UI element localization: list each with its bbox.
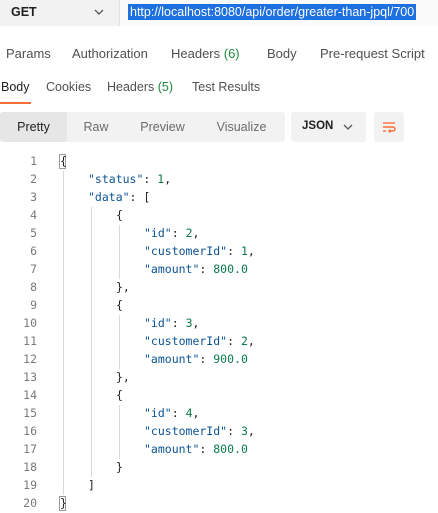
code-line: 3 "data": [	[0, 189, 438, 207]
line-number: 15	[23, 406, 37, 420]
response-tab-headers[interactable]: Headers (5)	[107, 80, 173, 94]
code-line: 1{	[0, 153, 438, 171]
code-line: 20}	[0, 495, 438, 513]
code-line: 10 "id": 3,	[0, 315, 438, 333]
request-tabs: Params Authorization Headers (6) Body Pr…	[0, 46, 438, 66]
chevron-down-icon	[343, 124, 353, 130]
code-line: 2 "status": 1,	[0, 171, 438, 189]
code-text: "amount": 800.0	[144, 442, 248, 456]
code-text: },	[116, 280, 130, 294]
chevron-down-icon	[94, 9, 104, 15]
tab-params[interactable]: Params	[6, 46, 51, 61]
line-number: 1	[30, 154, 37, 168]
code-line: 12 "amount": 900.0	[0, 351, 438, 369]
code-line: 4{	[0, 207, 438, 225]
line-number: 2	[30, 172, 37, 186]
code-text: "customerId": 3,	[144, 424, 255, 438]
line-number: 19	[23, 478, 37, 492]
code-text: {	[116, 298, 123, 312]
code-line: 15 "id": 4,	[0, 405, 438, 423]
wrap-lines-button[interactable]	[374, 112, 404, 142]
code-line: 6 "customerId": 1,	[0, 243, 438, 261]
headers-count: (6)	[223, 46, 240, 61]
code-text: "id": 4,	[144, 406, 200, 420]
code-line: 8},	[0, 279, 438, 297]
response-tabs: Body Cookies Headers (5) Test Results	[0, 80, 438, 104]
raw-button[interactable]: Raw	[67, 112, 125, 142]
code-line: 18}	[0, 459, 438, 477]
visualize-button[interactable]: Visualize	[200, 112, 283, 142]
line-number: 20	[23, 496, 37, 510]
code-line: 11 "customerId": 2,	[0, 333, 438, 351]
url-input[interactable]: http://localhost:8080/api/order/greater-…	[120, 0, 438, 26]
code-text: },	[116, 370, 130, 384]
line-number: 9	[30, 298, 37, 312]
code-line: 16 "customerId": 3,	[0, 423, 438, 441]
code-text: }	[116, 460, 123, 474]
language-select[interactable]: JSON	[291, 112, 366, 142]
code-text: "amount": 900.0	[144, 352, 248, 366]
tab-headers[interactable]: Headers (6)	[171, 46, 240, 61]
code-text: "customerId": 1,	[144, 244, 255, 258]
code-text: "customerId": 2,	[144, 334, 255, 348]
code-line: 13},	[0, 369, 438, 387]
line-number: 5	[30, 226, 37, 240]
code-text: }	[60, 496, 67, 510]
line-number: 7	[30, 262, 37, 276]
method-select[interactable]: GET	[0, 0, 120, 26]
code-text: {	[116, 208, 123, 222]
language-label: JSON	[302, 120, 334, 132]
code-text: "id": 2,	[144, 226, 200, 240]
text-wrap-icon	[383, 122, 396, 133]
line-number: 6	[30, 244, 37, 258]
tab-authorization[interactable]: Authorization	[72, 46, 148, 61]
url-text: http://localhost:8080/api/order/greater-…	[128, 4, 417, 20]
preview-button[interactable]: Preview	[125, 112, 200, 142]
line-number: 3	[30, 190, 37, 204]
code-line: 17 "amount": 800.0	[0, 441, 438, 459]
line-number: 12	[23, 352, 37, 366]
code-text: {	[60, 154, 67, 168]
tab-body[interactable]: Body	[267, 46, 297, 61]
code-text: "id": 3,	[144, 316, 200, 330]
active-tab-indicator	[0, 102, 31, 104]
line-number: 13	[23, 370, 37, 384]
line-number: 8	[30, 280, 37, 294]
tab-pre-request-script[interactable]: Pre-request Script	[320, 46, 425, 61]
line-number: 10	[23, 316, 37, 330]
code-line: 14 {	[0, 387, 438, 405]
code-text: {	[116, 388, 123, 402]
code-text: "status": 1,	[88, 172, 172, 186]
response-tab-cookies[interactable]: Cookies	[46, 80, 91, 94]
format-toolbar: Pretty Raw Preview Visualize	[0, 112, 285, 142]
code-line: 19]	[0, 477, 438, 495]
code-line: 7 "amount": 800.0	[0, 261, 438, 279]
response-headers-count: (5)	[157, 80, 174, 94]
request-bar: GET http://localhost:8080/api/order/grea…	[0, 0, 438, 26]
code-line: 5 "id": 2,	[0, 225, 438, 243]
pretty-button[interactable]: Pretty	[0, 112, 67, 142]
line-number: 17	[23, 442, 37, 456]
line-number: 18	[23, 460, 37, 474]
response-body-editor[interactable]: 1{2 "status": 1, 3 "data": [4{5 "id": 2, 6 "cu…	[0, 153, 438, 513]
code-text: "data": [	[88, 190, 151, 204]
code-text: "amount": 800.0	[144, 262, 248, 276]
method-label: GET	[11, 5, 37, 19]
line-number: 14	[23, 388, 37, 402]
line-number: 4	[30, 208, 37, 222]
line-number: 16	[23, 424, 37, 438]
response-tab-test-results[interactable]: Test Results	[192, 80, 260, 94]
response-tab-body[interactable]: Body	[1, 80, 30, 94]
code-line: 9{	[0, 297, 438, 315]
line-number: 11	[23, 334, 37, 348]
code-text: ]	[88, 478, 95, 492]
